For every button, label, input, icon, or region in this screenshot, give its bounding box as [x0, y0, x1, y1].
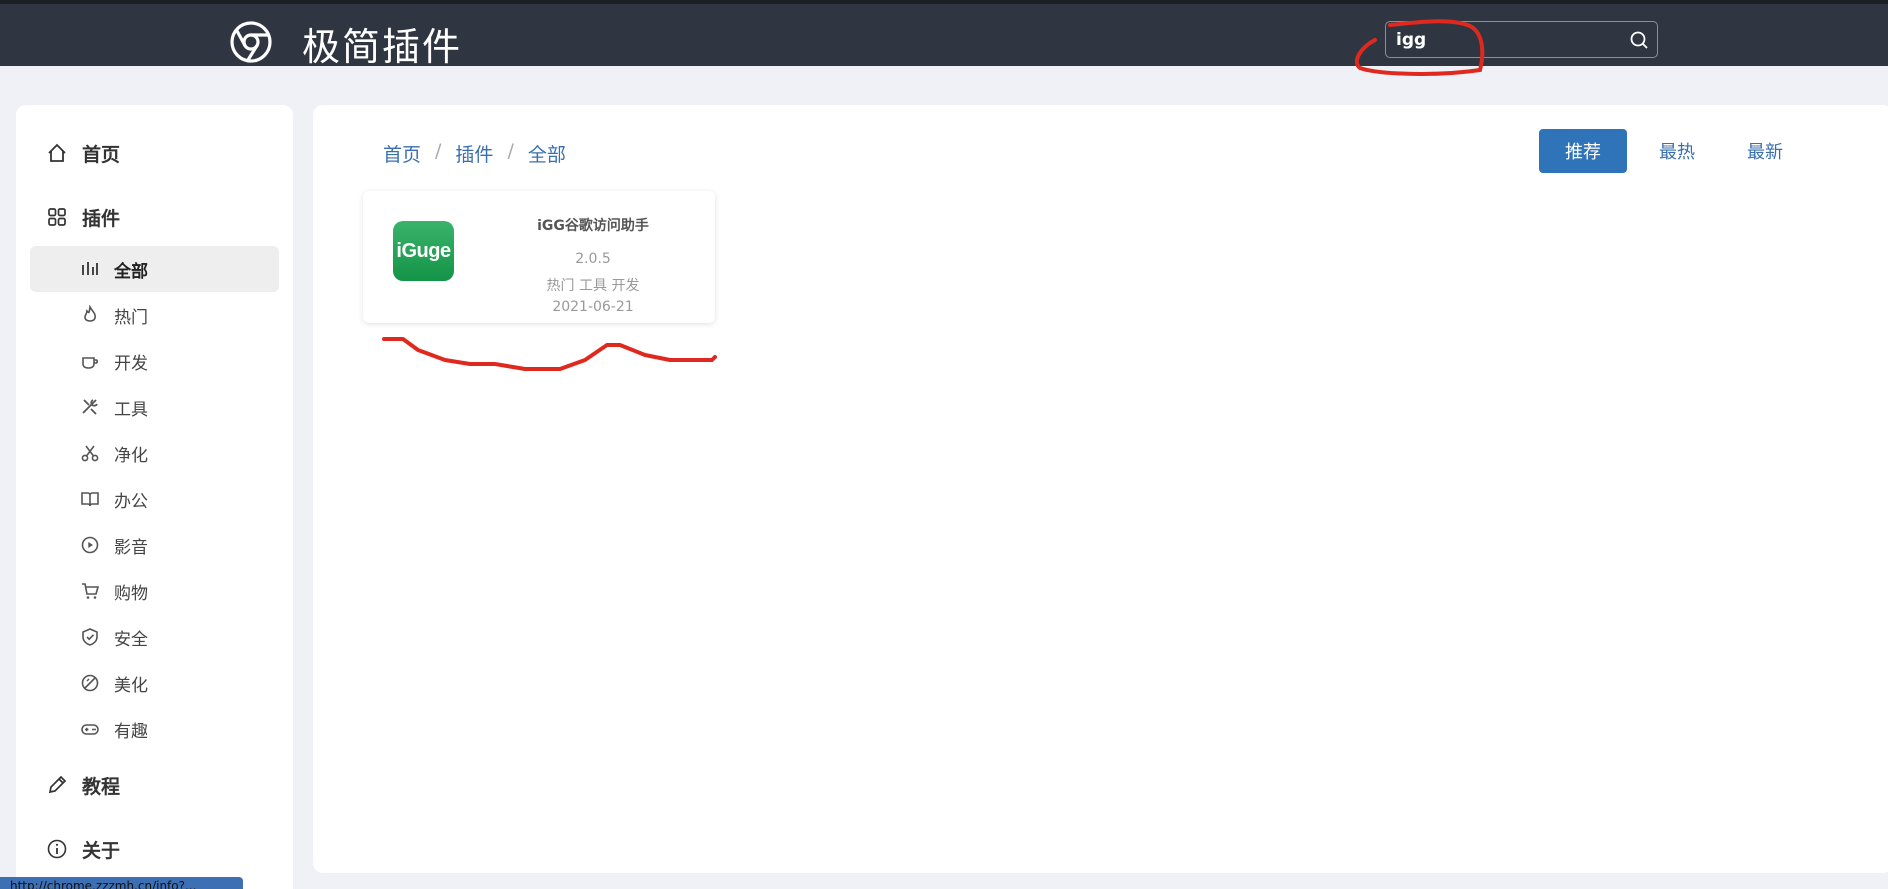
sidebar-item-label: 首页 — [82, 143, 121, 166]
tools-icon — [82, 399, 98, 415]
sidebar-item-hot[interactable]: 热门 — [30, 292, 279, 338]
sidebar-item-office[interactable]: 办公 — [30, 476, 279, 522]
sidebar-item-fun[interactable]: 有趣 — [30, 706, 279, 752]
sidebar-item-label: 净化 — [114, 445, 148, 466]
sidebar-item-media[interactable]: 影音 — [30, 522, 279, 568]
sort-hottest-button[interactable]: 最热 — [1643, 129, 1711, 173]
top-header: 极简插件 — [0, 0, 1888, 69]
sidebar-item-label: 插件 — [82, 207, 121, 230]
sidebar-item-tutorial[interactable]: 教程 — [46, 770, 120, 800]
sidebar-item-home[interactable]: 首页 — [46, 138, 120, 168]
sidebar-item-label: 美化 — [114, 675, 148, 696]
breadcrumb-separator: / — [507, 140, 514, 162]
plugin-tags: 热门 工具 开发 — [546, 278, 640, 294]
sidebar-item-label: 有趣 — [114, 721, 148, 742]
bars-icon — [82, 262, 98, 275]
info-icon — [47, 839, 67, 859]
sidebar-item-dev[interactable]: 开发 — [30, 338, 279, 384]
breadcrumb-all[interactable]: 全部 — [528, 140, 566, 167]
iguge-app-icon: iGuge — [393, 221, 454, 281]
shield-icon — [82, 628, 98, 646]
scissors-icon — [81, 445, 99, 462]
sidebar-item-label: 全部 — [114, 261, 148, 282]
sidebar-item-tools[interactable]: 工具 — [30, 384, 279, 430]
sidebar-item-clean[interactable]: 净化 — [30, 430, 279, 476]
plugin-version: 2.0.5 — [575, 251, 611, 267]
breadcrumb-home[interactable]: 首页 — [383, 140, 421, 167]
sidebar: 首页 插件 全部 热门 开发 工具 净化 办公 影音 购物 安全 美化 有趣 教… — [16, 105, 293, 889]
sidebar-item-label: 安全 — [114, 629, 148, 650]
fire-icon — [84, 305, 96, 322]
sidebar-item-label: 购物 — [114, 583, 148, 604]
pencil-icon — [48, 775, 67, 794]
sidebar-item-label: 办公 — [114, 491, 148, 512]
sidebar-item-beautify[interactable]: 美化 — [30, 660, 279, 706]
sidebar-item-label: 热门 — [114, 307, 148, 328]
sidebar-item-security[interactable]: 安全 — [30, 614, 279, 660]
coffee-icon — [82, 357, 98, 369]
plugin-date: 2021-06-21 — [552, 299, 634, 315]
sidebar-item-all[interactable]: 全部 — [30, 246, 279, 292]
sidebar-item-label: 关于 — [82, 839, 121, 862]
book-icon — [81, 492, 99, 507]
sidebar-item-shopping[interactable]: 购物 — [30, 568, 279, 614]
sidebar-item-about[interactable]: 关于 — [46, 834, 120, 864]
chrome-logo-icon[interactable] — [229, 20, 273, 64]
plugin-card[interactable]: iGuge iGG谷歌访问助手 2.0.5 热门 工具 开发 2021-06-2… — [363, 191, 715, 323]
breadcrumb-plugins[interactable]: 插件 — [455, 140, 493, 167]
sidebar-item-label: 教程 — [82, 775, 121, 798]
breadcrumb: 首页 / 插件 / 全部 — [383, 140, 566, 167]
plugin-title[interactable]: iGG谷歌访问助手 — [483, 215, 703, 235]
palette-icon — [81, 674, 99, 692]
search-icon[interactable] — [1629, 30, 1649, 50]
home-icon — [48, 143, 66, 162]
play-circle-icon — [81, 536, 99, 554]
sort-recommended-button[interactable]: 推荐 — [1539, 129, 1627, 173]
gamepad-icon — [81, 724, 99, 735]
cart-icon — [82, 583, 100, 599]
sidebar-item-label: 影音 — [114, 537, 148, 558]
search-box[interactable] — [1385, 21, 1658, 58]
main-content: 首页 / 插件 / 全部 推荐 最热 最新 iGuge iGG谷歌访问助手 2.… — [313, 105, 1888, 873]
sidebar-item-plugins[interactable]: 插件 — [46, 202, 120, 232]
site-title[interactable]: 极简插件 — [302, 16, 462, 71]
link-status-bar: http://chrome.zzzmh.cn/info?... — [0, 877, 243, 889]
sidebar-item-label: 开发 — [114, 353, 148, 374]
breadcrumb-separator: / — [435, 140, 442, 162]
sort-newest-button[interactable]: 最新 — [1731, 129, 1799, 173]
search-input[interactable] — [1396, 25, 1616, 54]
sidebar-item-label: 工具 — [114, 399, 148, 420]
grid-icon — [48, 208, 66, 226]
